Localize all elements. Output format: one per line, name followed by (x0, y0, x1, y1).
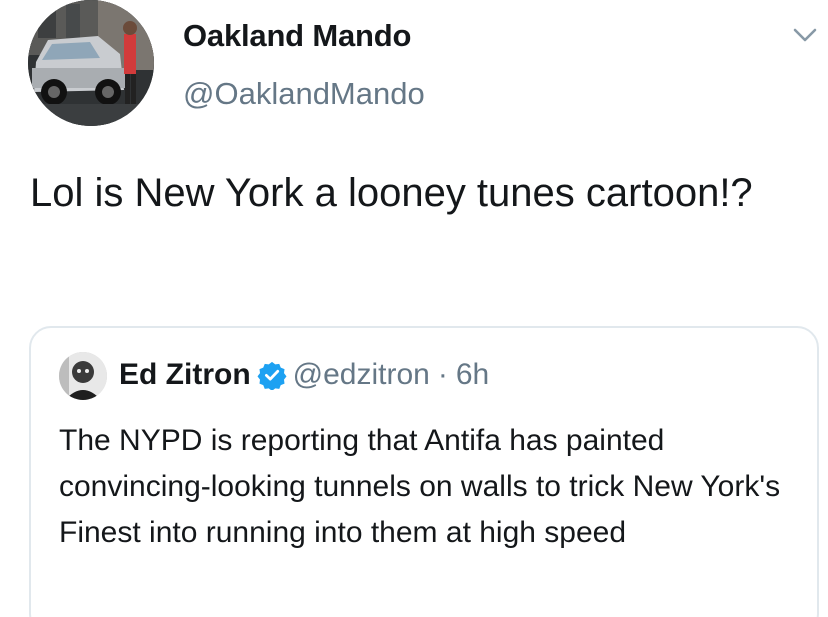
avatar-photo (28, 0, 154, 126)
tweet-text: Lol is New York a looney tunes cartoon!? (30, 171, 753, 215)
avatar[interactable] (28, 0, 154, 126)
verified-badge-icon (257, 360, 287, 391)
chevron-down-icon[interactable] (792, 24, 818, 46)
quoted-author-avatar[interactable] (59, 352, 107, 400)
quoted-author-name[interactable]: Ed Zitron (119, 355, 251, 395)
quoted-avatar-photo (59, 352, 107, 400)
quoted-tweet-card[interactable]: Ed Zitron @edzitron · 6h The NYPD is rep… (29, 326, 819, 617)
quoted-tweet-time[interactable]: 6h (456, 355, 489, 395)
author-handle[interactable]: @OaklandMando (183, 76, 425, 112)
author-name[interactable]: Oakland Mando (183, 18, 411, 54)
separator-dot: · (437, 358, 448, 391)
quoted-author-handle[interactable]: @edzitron (293, 355, 430, 395)
quoted-tweet-header: Ed Zitron @edzitron · 6h (119, 355, 489, 395)
tweet: Oakland Mando @OaklandMando Lol is New Y… (0, 0, 828, 617)
quoted-tweet-text: The NYPD is reporting that Antifa has pa… (59, 424, 781, 549)
